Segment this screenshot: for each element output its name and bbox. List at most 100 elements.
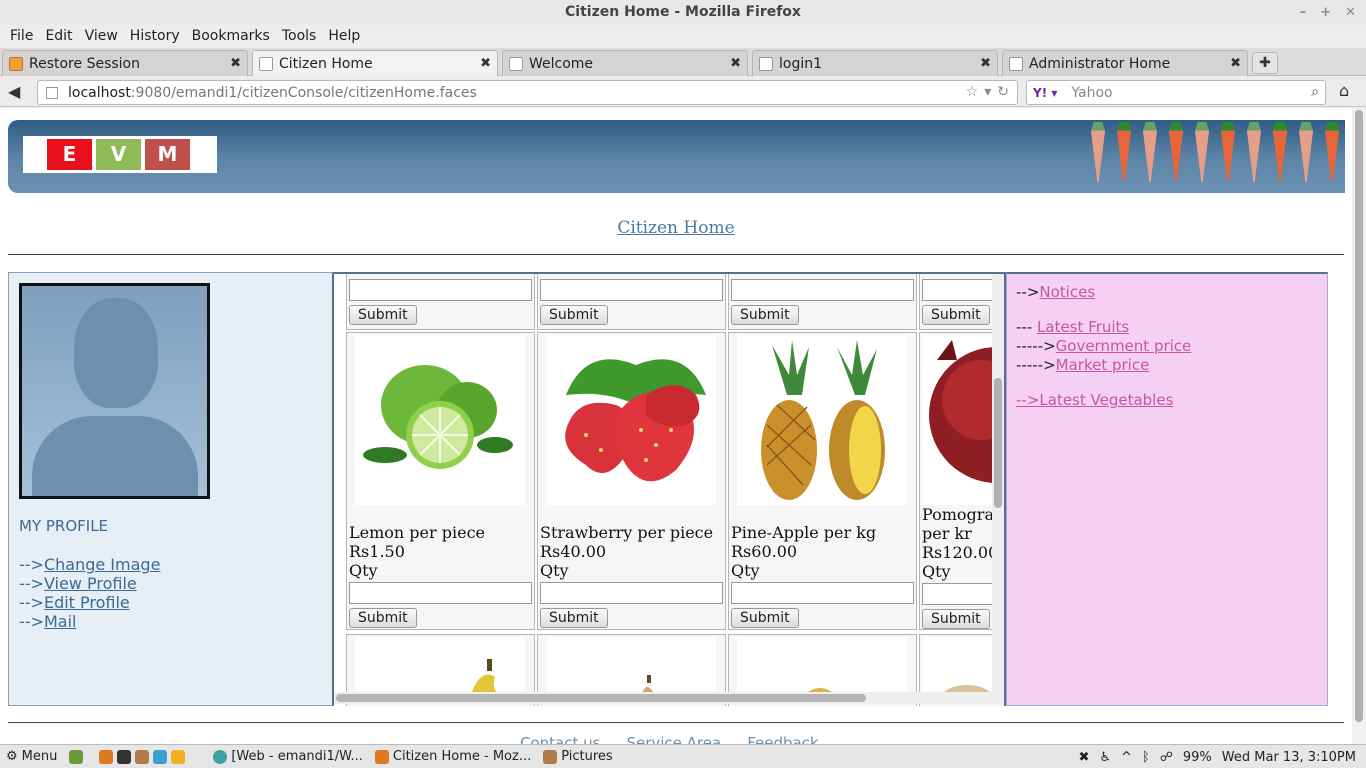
search-icon[interactable]: ⌕: [1311, 84, 1319, 100]
taskbar: ⚙ Menu [Web - emandi1/W... Citizen Home -…: [0, 744, 1366, 768]
battery-level[interactable]: 99%: [1183, 750, 1212, 765]
tab-close-icon[interactable]: ✖: [230, 56, 241, 71]
feedback-link[interactable]: Feedback: [747, 734, 818, 744]
reload-icon[interactable]: ↻: [997, 84, 1009, 100]
search-input[interactable]: Y! ▾ Yahoo ⌕: [1026, 80, 1326, 105]
new-tab-button[interactable]: ✚: [1252, 52, 1278, 74]
tab-citizen-home[interactable]: Citizen Home ✖: [252, 50, 498, 76]
chevron-up-icon[interactable]: ^: [1121, 750, 1132, 765]
menu-view[interactable]: View: [79, 28, 124, 44]
minimize-icon[interactable]: –: [1300, 0, 1307, 25]
tab-label: Administrator Home: [1029, 55, 1171, 72]
scrollbar-thumb[interactable]: [1355, 110, 1363, 722]
bluetooth-icon[interactable]: ᛒ: [1142, 750, 1150, 765]
profile-links: -->Change Image -->View Profile -->Edit …: [19, 555, 160, 631]
product-cell-lemon: Lemon per piece Rs1.50 Qty Submit: [346, 332, 535, 630]
submit-button[interactable]: Submit: [922, 609, 990, 629]
show-desktop-icon[interactable]: [69, 749, 84, 764]
submit-button[interactable]: Submit: [349, 608, 417, 628]
qty-input[interactable]: [731, 279, 914, 301]
yahoo-engine-icon[interactable]: Y! ▾: [1033, 86, 1057, 100]
carrot-image: [1221, 122, 1235, 182]
taskbar-window-web[interactable]: [Web - emandi1/W...: [207, 749, 369, 764]
site-identity-icon[interactable]: [46, 86, 58, 99]
taskbar-window-pictures[interactable]: Pictures: [537, 749, 618, 764]
submit-button[interactable]: Submit: [540, 608, 608, 628]
menu-history[interactable]: History: [124, 28, 186, 44]
close-icon[interactable]: ✕: [1345, 0, 1356, 25]
qty-input[interactable]: [731, 582, 914, 604]
menu-tools[interactable]: Tools: [276, 28, 323, 44]
tab-label: Citizen Home: [279, 55, 373, 72]
submit-button[interactable]: Submit: [731, 608, 799, 628]
link-prefix: -->: [19, 593, 44, 612]
change-image-link[interactable]: Change Image: [44, 555, 160, 574]
tab-close-icon[interactable]: ✖: [980, 56, 991, 71]
view-profile-link[interactable]: View Profile: [44, 574, 137, 593]
page-vertical-scrollbar[interactable]: [1352, 108, 1366, 744]
bookmark-star-icon[interactable]: ☆: [966, 84, 979, 100]
url-bar[interactable]: localhost:9080/emandi1/citizenConsole/ci…: [37, 80, 1018, 105]
strawberry-image: [546, 335, 716, 505]
evm-logo: E V M: [23, 136, 217, 173]
start-menu-button[interactable]: ⚙ Menu: [0, 749, 63, 764]
carrot-image: [1195, 122, 1209, 182]
clock[interactable]: Wed Mar 13, 3:10PM: [1222, 750, 1356, 765]
files-icon[interactable]: [135, 749, 150, 764]
product-price: Rs40.00: [540, 542, 607, 561]
notices-link[interactable]: Notices: [1039, 283, 1095, 301]
submit-button[interactable]: Submit: [540, 305, 608, 325]
service-area-link[interactable]: Service Area: [626, 734, 721, 744]
accessibility-icon[interactable]: ♿: [1099, 750, 1111, 765]
government-price-link[interactable]: Government price: [1056, 337, 1192, 355]
tab-restore-session[interactable]: Restore Session ✖: [2, 50, 248, 76]
tab-welcome[interactable]: Welcome ✖: [502, 50, 748, 76]
qty-label: Qty: [731, 561, 760, 580]
terminal-icon[interactable]: [117, 749, 132, 764]
scrollbar-thumb[interactable]: [994, 378, 1002, 508]
tab-close-icon[interactable]: ✖: [1230, 56, 1241, 71]
tab-login1[interactable]: login1 ✖: [752, 50, 998, 76]
home-icon[interactable]: ⌂: [1339, 81, 1349, 100]
grid-vertical-scrollbar[interactable]: [992, 274, 1004, 704]
submit-button[interactable]: Submit: [731, 305, 799, 325]
chromium-icon[interactable]: [153, 749, 168, 764]
edit-profile-link[interactable]: Edit Profile: [44, 593, 130, 612]
tab-administrator-home[interactable]: Administrator Home ✖: [1002, 50, 1248, 76]
submit-button[interactable]: Submit: [349, 305, 417, 325]
qty-input[interactable]: [349, 582, 532, 604]
history-dropdown-icon[interactable]: ▾: [984, 84, 991, 100]
qty-input[interactable]: [349, 279, 532, 301]
carrot-image: [1143, 122, 1157, 182]
product-price: Rs1.50: [349, 542, 405, 561]
contact-us-link[interactable]: Contact us: [520, 734, 600, 744]
latest-vegetables-link[interactable]: -->Latest Vegetables: [1016, 391, 1173, 409]
product-grid[interactable]: Submit Submit Submit Submit Lemon per pi…: [334, 272, 1006, 706]
latest-fruits-link[interactable]: Latest Fruits: [1037, 318, 1129, 336]
menu-help[interactable]: Help: [322, 28, 366, 44]
product-image: [546, 637, 716, 697]
qty-input[interactable]: [540, 582, 723, 604]
scrollbar-thumb[interactable]: [336, 694, 866, 702]
page-icon: [259, 56, 273, 71]
market-price-link[interactable]: Market price: [1056, 356, 1150, 374]
submit-button[interactable]: Submit: [922, 305, 990, 325]
close-tray-icon[interactable]: ✖: [1078, 750, 1089, 765]
menu-bookmarks[interactable]: Bookmarks: [186, 28, 276, 44]
qty-input[interactable]: [540, 279, 723, 301]
horizontal-scrollbar[interactable]: [334, 692, 992, 704]
firefox-icon[interactable]: [99, 749, 114, 764]
citizen-home-link[interactable]: Citizen Home: [0, 218, 1352, 238]
mail-link[interactable]: Mail: [44, 612, 77, 631]
logo-letter-e: E: [47, 139, 92, 170]
qty-label: Qty: [540, 561, 569, 580]
app-icon[interactable]: [171, 749, 186, 764]
maximize-icon[interactable]: +: [1320, 0, 1331, 25]
back-icon[interactable]: ◀: [8, 82, 20, 101]
taskbar-window-firefox[interactable]: Citizen Home - Moz...: [369, 749, 537, 764]
menu-edit[interactable]: Edit: [39, 28, 78, 44]
tab-close-icon[interactable]: ✖: [730, 56, 741, 71]
menu-file[interactable]: File: [4, 28, 39, 44]
tab-close-icon[interactable]: ✖: [480, 56, 491, 71]
network-icon[interactable]: ☍: [1160, 750, 1173, 765]
